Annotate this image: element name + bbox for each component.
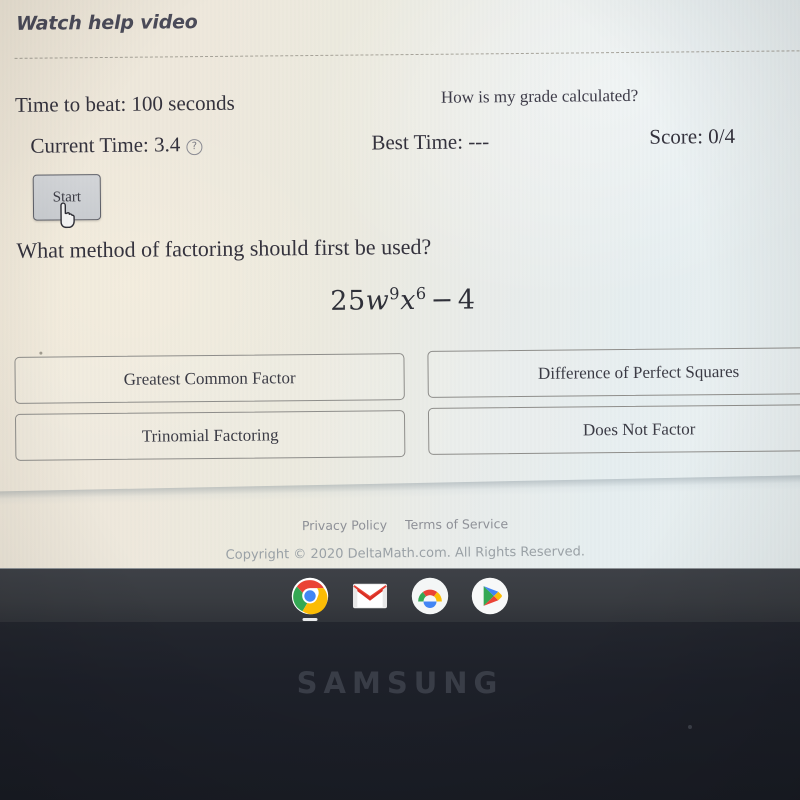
- math-expression: 25w9x6−4: [3, 280, 800, 320]
- shelf-item-gmail[interactable]: [351, 577, 389, 615]
- expression-variable-x: x: [399, 285, 417, 317]
- terms-of-service-link[interactable]: Terms of Service: [405, 516, 508, 532]
- answer-choice-trinomial-factoring[interactable]: Trinomial Factoring: [14, 410, 406, 461]
- content-bottom-shadow: [0, 474, 800, 506]
- answer-choice-does-not-factor[interactable]: Does Not Factor: [427, 403, 800, 455]
- deltamath-page: Watch help video Time to beat: 100 secon…: [0, 0, 800, 570]
- score-label: Score: 0/4: [649, 123, 736, 149]
- privacy-policy-link[interactable]: Privacy Policy: [302, 517, 387, 533]
- expression-operator: −: [430, 284, 454, 316]
- play-store-icon[interactable]: [471, 577, 509, 615]
- expression-coefficient: 25: [330, 285, 366, 317]
- photo-of-chromebook-screen: Watch help video Time to beat: 100 secon…: [0, 0, 800, 800]
- current-time-label: Current Time: 3.4: [30, 132, 181, 158]
- shelf-item-play-store[interactable]: [471, 577, 509, 615]
- gmail-icon[interactable]: [351, 577, 389, 615]
- expression-constant: 4: [457, 284, 476, 316]
- answer-choice-difference-of-perfect-squares[interactable]: Difference of Perfect Squares: [427, 346, 800, 398]
- time-to-beat-label: Time to beat: 100 seconds: [14, 90, 235, 117]
- chrome-active-indicator: [302, 618, 318, 621]
- chrome-icon[interactable]: [291, 577, 329, 615]
- shelf-item-google-arc[interactable]: [411, 577, 449, 615]
- bezel-indicator-dot: [688, 725, 692, 729]
- help-question-icon[interactable]: ?: [186, 139, 203, 156]
- watch-help-video-link[interactable]: Watch help video: [16, 11, 198, 35]
- chromeos-shelf[interactable]: [0, 568, 800, 623]
- expression-variable-w: w: [365, 285, 390, 317]
- start-button[interactable]: Start: [32, 174, 102, 221]
- google-arc-icon[interactable]: [411, 577, 449, 615]
- screen-area: Watch help video Time to beat: 100 secon…: [0, 0, 800, 570]
- header-divider: [14, 50, 800, 59]
- question-prompt: What method of factoring should first be…: [16, 233, 432, 263]
- footer-copyright: Copyright © 2020 DeltaMath.com. All Righ…: [225, 544, 586, 563]
- samsung-brand-logo: SAMSUNG: [296, 666, 504, 700]
- expression-exponent-9: 9: [389, 284, 401, 304]
- monitor-bezel: SAMSUNG: [0, 622, 800, 800]
- best-time-label: Best Time: ---: [371, 129, 490, 155]
- footer-links: Privacy Policy Terms of Service: [5, 513, 800, 536]
- answer-choice-greatest-common-factor[interactable]: Greatest Common Factor: [14, 353, 405, 404]
- shelf-icon-group: [0, 569, 800, 623]
- dust-speck: [39, 351, 43, 355]
- expression-exponent-6: 6: [415, 283, 427, 304]
- shelf-item-chrome[interactable]: [291, 577, 329, 621]
- current-time-row: Current Time: 3.4?: [30, 132, 203, 159]
- how-is-my-grade-calculated-link[interactable]: How is my grade calculated?: [441, 86, 638, 108]
